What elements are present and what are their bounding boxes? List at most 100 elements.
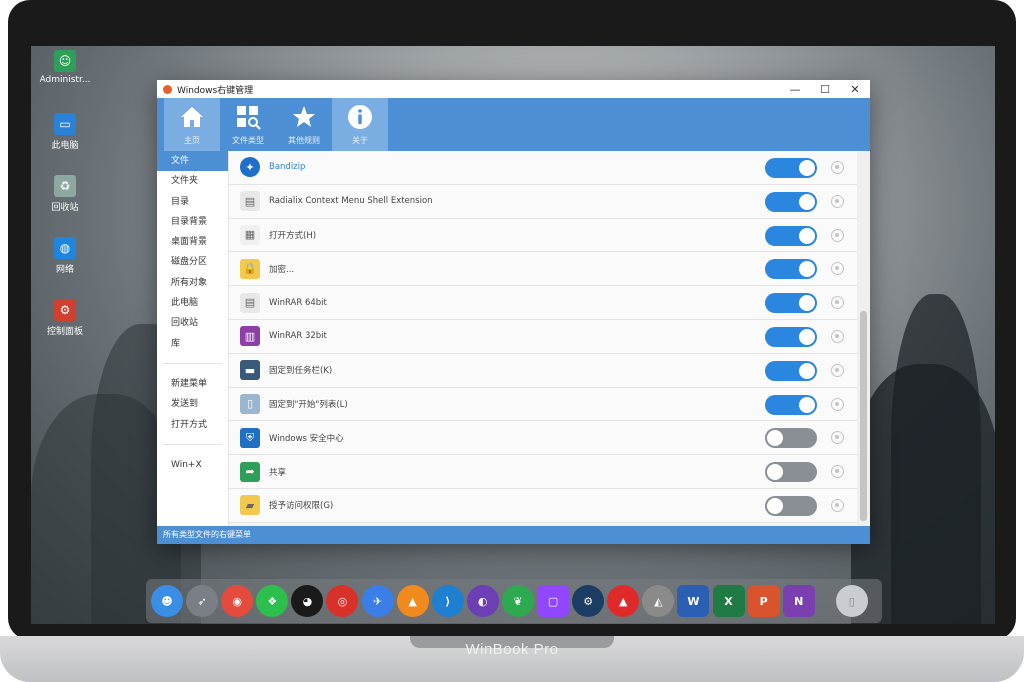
scrollbar[interactable] [857,151,870,526]
toggle-knob [767,464,783,481]
desktop-icon[interactable]: ♻ 回收站 [37,175,93,213]
toggle-switch[interactable] [765,259,817,280]
adobe-icon[interactable]: ▲ [607,585,640,617]
gear-icon[interactable] [831,363,844,377]
menu-item-label: 打开方式(H) [269,230,317,241]
sidebar-item[interactable]: 文件 [157,151,228,172]
close-button[interactable]: ✕ [840,83,870,96]
toggle-knob [767,497,783,514]
launchpad-icon[interactable]: ➶ [186,585,219,617]
menu-item-label: 共享 [269,467,287,478]
desktop-icon-label: Administr... [39,75,91,85]
gear-icon[interactable] [831,465,844,479]
start-pin-icon: ▯ [240,393,260,414]
feishu-icon[interactable]: ✈ [361,585,394,617]
gear-icon[interactable] [831,329,844,343]
menu-item-row: ▤ WinRAR 64bit [229,286,857,320]
minimize-button[interactable]: — [780,83,810,96]
sidebar-item[interactable]: 发送到 [157,394,228,414]
toolbar-tab-star[interactable]: 其他规则 [276,98,332,151]
rhino-icon[interactable]: ◭ [642,585,675,617]
qq-icon[interactable]: ◕ [291,585,324,617]
wechat-icon[interactable]: ❖ [256,585,289,617]
menu-item-row: ▯ 固定到"开始"列表(L) [229,387,857,422]
bandizip-icon: ✦ [240,157,260,178]
toggle-switch[interactable] [765,293,817,314]
toggle-switch[interactable] [765,394,817,415]
winrar-icon: ▥ [240,326,260,347]
toggle-switch[interactable] [765,225,817,246]
toolbar-tab-home[interactable]: 主页 [164,98,220,151]
desktop-icon-label: 此电脑 [51,141,79,151]
toggle-switch[interactable] [765,191,817,212]
toggle-knob [799,295,815,312]
desktop-icon[interactable]: ⚙ 控制面板 [37,299,93,337]
toolbar-tab-file-type[interactable]: 文件类型 [220,98,276,151]
maximize-button[interactable]: ☐ [810,83,840,96]
menu-item-row: ▬ 固定到任务栏(K) [229,353,857,388]
sidebar-item[interactable]: 文件夹 [157,171,228,191]
gear-icon[interactable] [831,194,844,208]
sidebar-item[interactable]: 所有对象 [157,273,228,293]
gear-icon[interactable] [831,228,844,242]
scrollbar-thumb[interactable] [860,311,867,521]
toolbar-tab-label: 文件类型 [232,136,264,145]
toggle-switch[interactable] [765,462,817,483]
desktop-icon-label: 回收站 [51,203,79,213]
vscode-icon[interactable]: ⟩ [431,585,464,617]
control-panel-icon: ⚙ [54,299,76,321]
sidebar-item[interactable]: 目录背景 [157,212,228,232]
gear-icon[interactable] [831,262,844,276]
evernote-icon[interactable]: ❦ [501,585,534,617]
twitch-icon[interactable]: ▢ [537,585,570,617]
document-icon: ▤ [240,292,260,313]
gear-icon[interactable] [831,498,844,512]
desktop-icon[interactable]: ☺ Administr... [37,50,93,85]
menu-item-row: ➦ 共享 [229,455,857,489]
toggle-switch[interactable] [765,326,817,347]
gear-icon[interactable] [831,161,844,174]
steam-icon[interactable]: ⚙ [572,585,605,617]
sidebar-item[interactable]: 回收站 [157,313,228,333]
document-icon: ▤ [240,191,260,212]
desktop-icon[interactable]: ▭ 此电脑 [37,113,93,151]
gear-icon[interactable] [831,431,844,445]
sidebar-item[interactable]: Win+X [157,455,228,475]
toggle-switch[interactable] [765,428,817,449]
gear-icon[interactable] [831,296,844,310]
chrome-icon[interactable]: ◉ [221,585,254,617]
powerpoint-icon[interactable]: P [747,585,780,617]
sidebar-item[interactable]: 此电脑 [157,293,228,313]
onenote-icon[interactable]: N [782,585,815,617]
desktop-icon[interactable]: ◍ 网络 [37,237,93,275]
excel-icon[interactable]: X [712,585,745,617]
share-icon: ➦ [240,461,260,482]
sidebar-item[interactable]: 库 [157,334,228,354]
netease-music-icon[interactable]: ◎ [326,585,359,617]
vlc-icon[interactable]: ▲ [396,585,429,617]
sidebar-divider [163,443,222,445]
sidebar-item[interactable]: 磁盘分区 [157,252,228,272]
toolbar-tab-info[interactable]: 关于 [332,98,388,151]
menu-item-label: Bandizip [269,162,306,173]
menu-item-label: 授予访问权限(G) [269,501,334,512]
app-window: Windows右键管理 — ☐ ✕ 主页 文件类型 其他规则 关于 文件 文件夹 目录 目录… [157,80,870,544]
toggle-switch[interactable] [765,360,817,381]
sidebar-item[interactable]: 新建菜单 [157,374,228,394]
toggle-switch[interactable] [765,158,817,178]
github-icon[interactable]: ◐ [466,585,499,617]
shield-icon: ⛨ [240,427,260,448]
window-title: Windows右键管理 [177,85,254,96]
status-bar: 所有类型文件的右键菜单 [157,526,870,544]
toggle-knob [799,193,815,210]
sidebar-item[interactable]: 目录 [157,192,228,212]
gear-icon[interactable] [831,397,844,411]
sidebar-item[interactable]: 桌面背景 [157,232,228,252]
toggle-knob [799,396,815,413]
menu-item-row: 🔒 加密... [229,252,857,287]
trash-icon[interactable]: ▯ [835,585,868,617]
sidebar-item[interactable]: 打开方式 [157,415,228,435]
toggle-switch[interactable] [765,495,817,516]
word-icon[interactable]: W [677,585,710,617]
finder-icon[interactable]: ☻ [151,585,183,617]
